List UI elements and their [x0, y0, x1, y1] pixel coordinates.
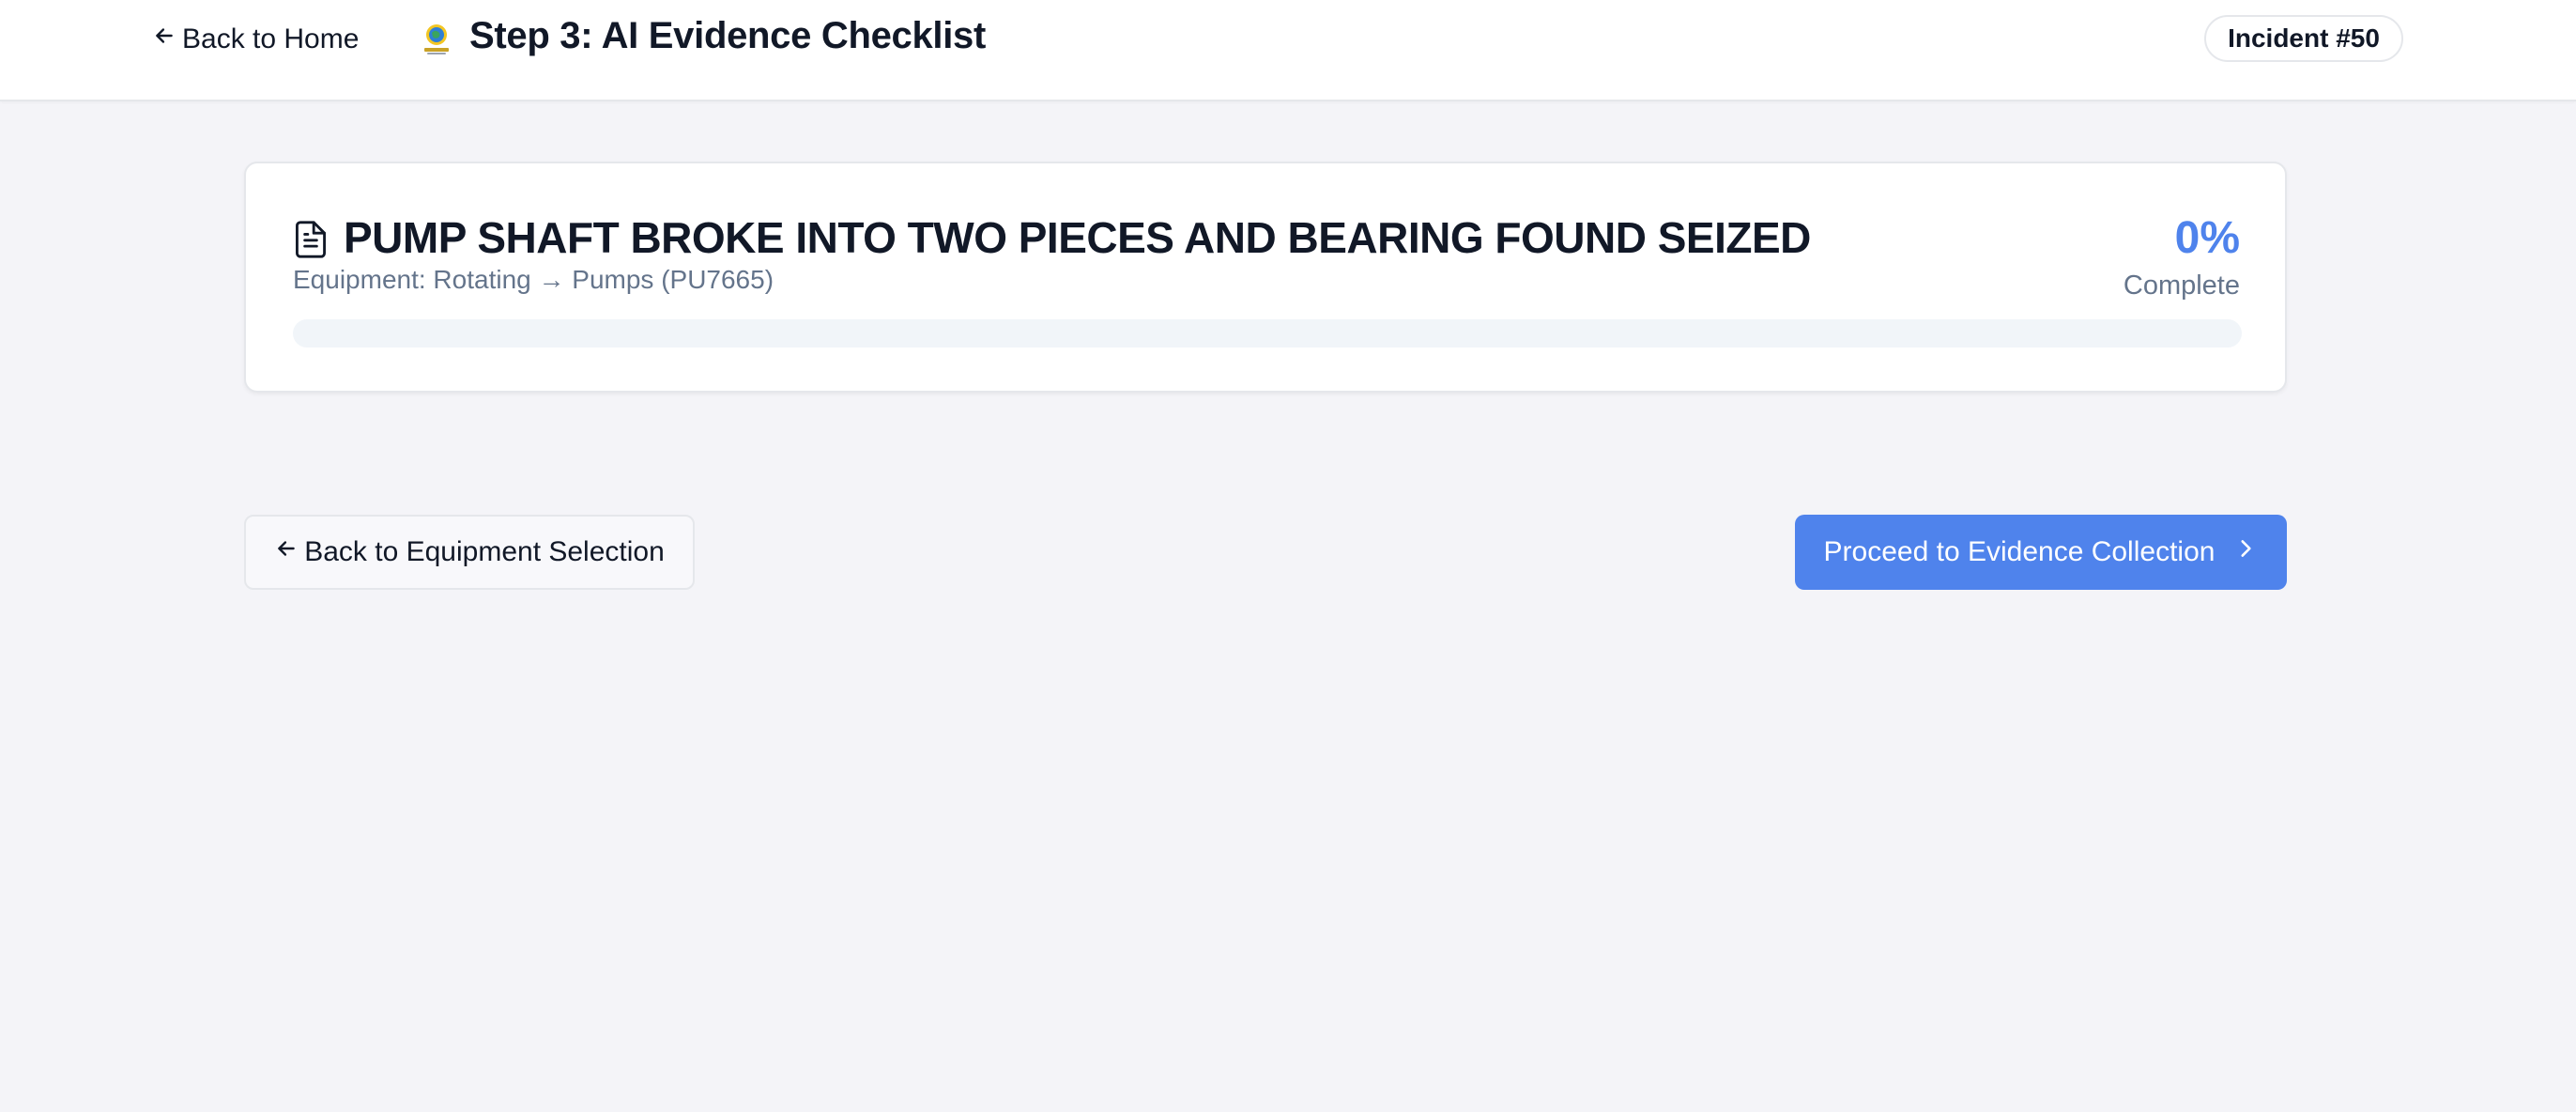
proceed-label: Proceed to Evidence Collection: [1823, 536, 2216, 567]
arrow-left-icon: [152, 23, 176, 55]
progress-percent: 0%: [2174, 213, 2240, 263]
back-to-home-label: Back to Home: [182, 23, 360, 54]
top-bar: Back to Home Step 3: AI Evidence Checkli…: [0, 0, 2576, 101]
arrow-left-icon: [274, 536, 299, 568]
page-title: Step 3: AI Evidence Checklist: [469, 15, 987, 56]
back-to-equipment-label: Back to Equipment Selection: [304, 536, 665, 567]
chevron-right-icon: [2233, 536, 2258, 568]
incident-title: PUMP SHAFT BROKE INTO TWO PIECES AND BEA…: [344, 213, 1811, 262]
incident-badge: Incident #50: [2204, 15, 2403, 62]
incident-summary-card: PUMP SHAFT BROKE INTO TWO PIECES AND BEA…: [244, 162, 2287, 393]
app-logo: [419, 19, 454, 56]
back-to-equipment-button[interactable]: Back to Equipment Selection: [244, 515, 695, 590]
file-text-icon: [293, 220, 329, 259]
progress-bar: [293, 319, 2242, 348]
progress-label: Complete: [2123, 270, 2240, 301]
equipment-path: Equipment: Rotating → Pumps (PU7665): [293, 265, 774, 294]
back-to-home-link[interactable]: Back to Home: [152, 19, 359, 60]
proceed-to-evidence-button[interactable]: Proceed to Evidence Collection: [1795, 515, 2287, 590]
